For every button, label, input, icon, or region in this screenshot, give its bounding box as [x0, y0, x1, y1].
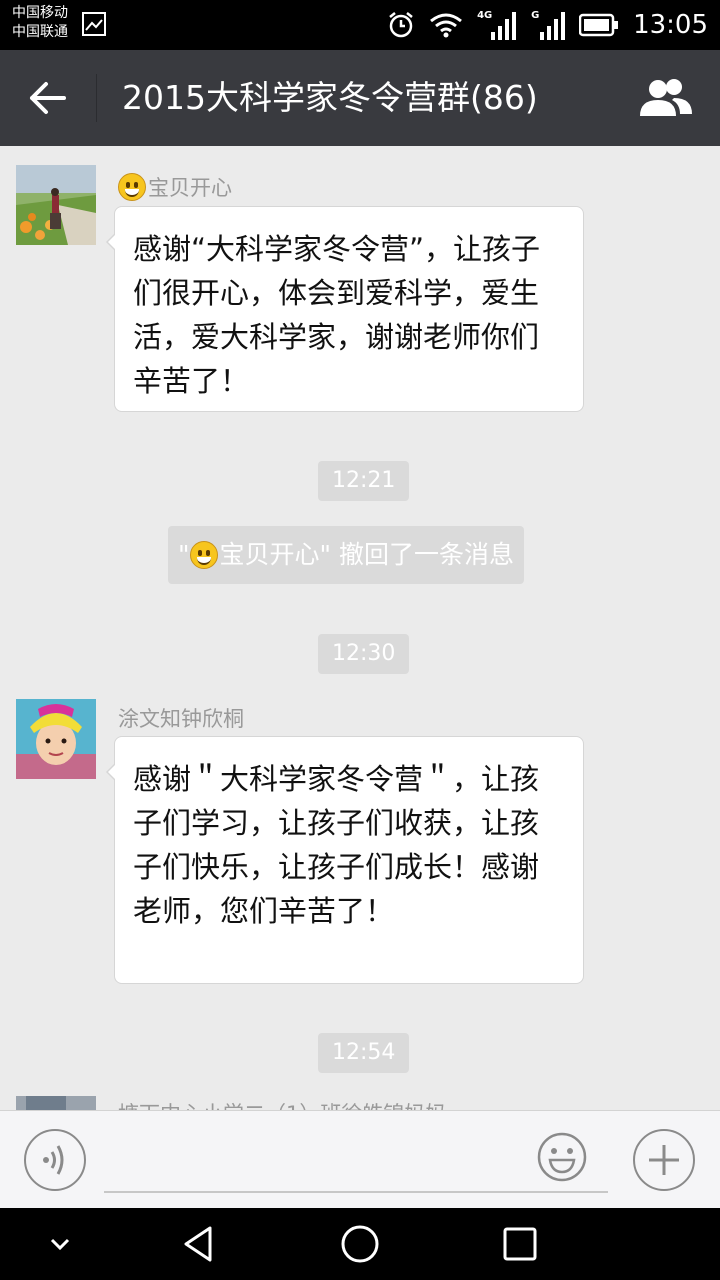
sender-name: 涂文知钟欣桐	[118, 703, 244, 733]
battery-icon	[579, 13, 619, 37]
voice-input-icon	[43, 1145, 64, 1175]
input-bar	[0, 1110, 720, 1209]
message-bubble[interactable]: 感谢＂大科学家冬令营＂，让孩子们学习，让孩子们收获，让孩子们快乐，让孩子们成长！…	[106, 736, 584, 984]
recall-text: " 撤回了一条消息	[319, 540, 514, 569]
voice-input-button[interactable]	[24, 1129, 86, 1191]
message-list[interactable]: 宝贝开心 感谢“大科学家冬令营”，让孩子们很开心，体会到爱科学，爱生活，爱大科学…	[0, 146, 720, 1110]
nav-home-icon[interactable]	[338, 1222, 382, 1266]
avatar[interactable]	[16, 165, 96, 245]
chat-header: 2015大科学家冬令营群(86)	[0, 50, 720, 146]
carrier-1: 中国移动	[12, 5, 68, 21]
group-members-icon[interactable]	[636, 78, 694, 118]
message-input-field[interactable]	[104, 1191, 608, 1193]
status-bar: 中国移动 中国联通 4G G 13:05	[0, 0, 720, 50]
signal-4g-icon: 4G	[477, 8, 517, 42]
sender-name-text: 涂文知钟欣桐	[118, 707, 244, 731]
chat-title: 2015大科学家冬令营群(86)	[122, 78, 538, 117]
avatar-photo-child	[16, 699, 96, 779]
avatar-partial[interactable]	[16, 1096, 96, 1110]
plus-more-icon	[649, 1145, 679, 1175]
carrier-labels: 中国移动 中国联通	[12, 4, 68, 42]
screenshot-icon	[82, 12, 106, 36]
nav-back-icon[interactable]	[178, 1222, 222, 1266]
sender-name: 宝贝开心	[118, 172, 232, 202]
emoji-picker-icon[interactable]	[536, 1131, 588, 1183]
signal-g-icon: G	[531, 8, 566, 42]
message-bubble[interactable]: 感谢“大科学家冬令营”，让孩子们很开心，体会到爱科学，爱生活，爱大科学家，谢谢老…	[106, 206, 584, 412]
chevron-down-icon[interactable]	[38, 1222, 82, 1266]
more-options-button[interactable]	[633, 1129, 695, 1191]
sender-name-text: 宝贝开心	[148, 176, 232, 200]
avatar-photo-garden	[16, 165, 96, 245]
nav-recents-icon[interactable]	[498, 1222, 542, 1266]
recall-sender: 宝贝开心	[219, 540, 320, 569]
smile-emoji-icon	[118, 173, 146, 201]
clock-time: 13:05	[633, 10, 708, 40]
timestamp-pill: 12:30	[318, 634, 410, 674]
avatar[interactable]	[16, 699, 96, 779]
sender-name-text: 塘下中心小学二（1）班徐皓锦妈妈	[118, 1098, 446, 1110]
smile-emoji-icon	[189, 541, 218, 569]
system-nav-bar	[0, 1208, 720, 1280]
back-arrow-icon[interactable]	[26, 78, 70, 118]
recall-notice: " 宝贝开心 " 撤回了一条消息	[168, 526, 524, 584]
avatar-photo-partial	[16, 1096, 96, 1110]
message-text: 感谢＂大科学家冬令营＂，让孩子们学习，让孩子们收获，让孩子们快乐，让孩子们成长！…	[133, 762, 540, 928]
alarm-icon	[389, 12, 413, 38]
carrier-2: 中国联通	[12, 24, 68, 40]
header-divider	[96, 74, 97, 122]
message-text: 感谢“大科学家冬令营”，让孩子们很开心，体会到爱科学，爱生活，爱大科学家，谢谢老…	[133, 232, 541, 398]
wifi-icon	[430, 13, 462, 38]
sender-name-partial: 塘下中心小学二（1）班徐皓锦妈妈	[118, 1098, 446, 1110]
timestamp-pill: 12:54	[318, 1033, 410, 1073]
timestamp-pill: 12:21	[318, 461, 410, 501]
